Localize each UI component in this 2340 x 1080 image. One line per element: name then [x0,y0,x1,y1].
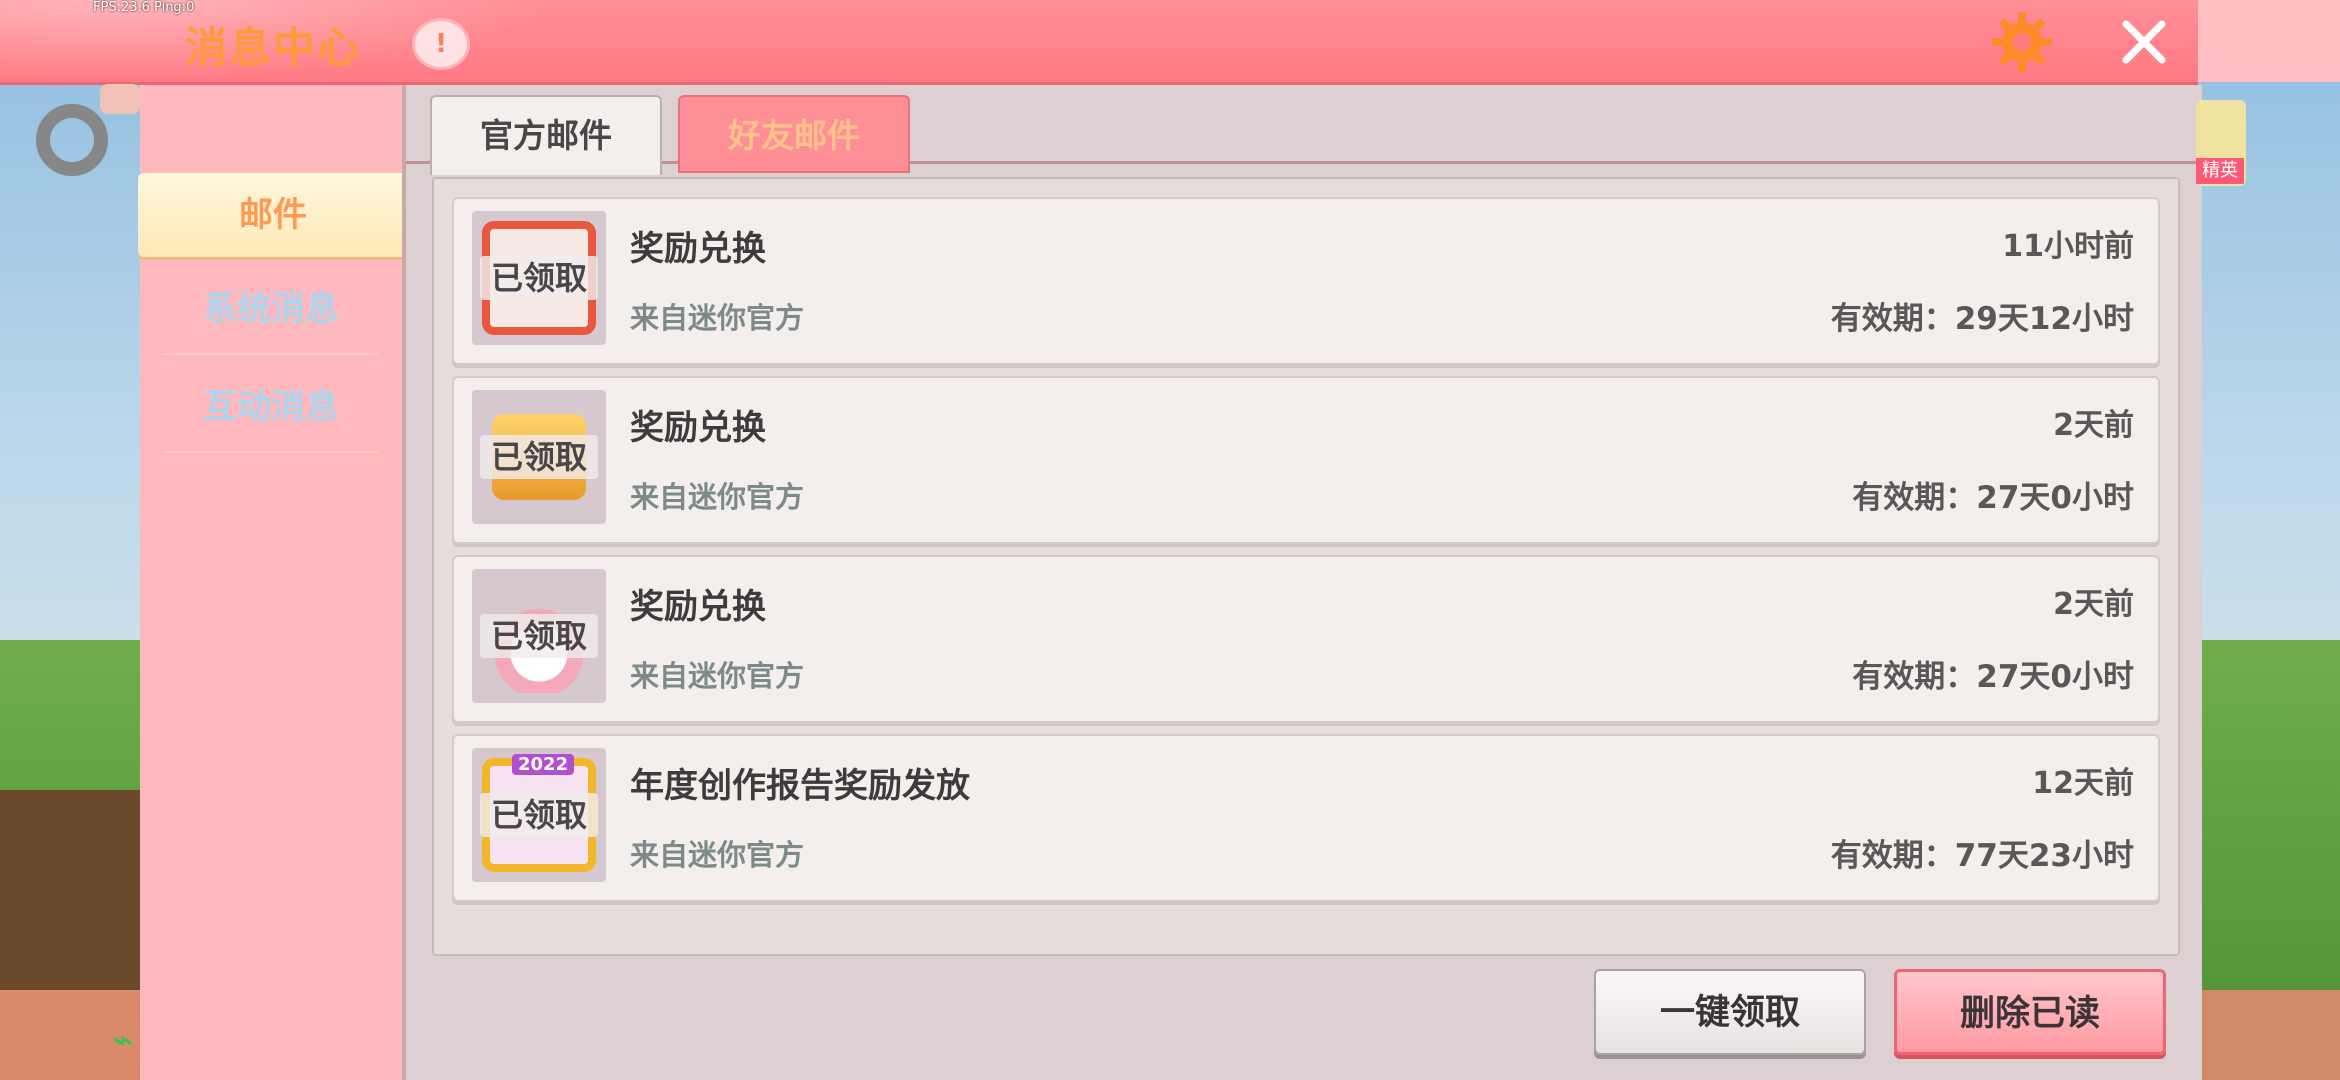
tab-official-mail[interactable]: 官方邮件 [430,95,662,175]
divider [164,451,378,453]
sidebar-item-interaction-messages[interactable]: 互动消息 [140,365,402,449]
mail-time: 2天前 [2053,587,2134,622]
mail-time: 2天前 [2053,408,2134,443]
claimed-badge: 已领取 [480,256,598,300]
joystick-ring[interactable] [36,104,108,176]
ground-strip-right [2200,990,2340,1080]
claimed-badge: 已领取 [480,793,598,837]
mail-validity: 有效期：27天0小时 [1852,480,2134,516]
mail-row[interactable]: 已领取 奖励兑换 来自迷你官方 2天前 有效期：27天0小时 [452,376,2160,544]
divider [164,353,378,355]
year-badge: 2022 [512,754,575,775]
mail-sender: 来自迷你官方 [630,659,805,693]
mail-row[interactable]: 已领取 奖励兑换 来自迷你官方 2天前 有效期：27天0小时 [452,555,2160,723]
claimed-badge: 已领取 [480,614,598,658]
signal-icon: ⌁ [112,1020,134,1061]
sidebar-item-mail[interactable]: 邮件 [138,173,408,257]
mail-sender: 来自迷你官方 [630,480,805,514]
tab-baseline [406,161,2202,164]
mail-time: 11小时前 [2002,229,2134,264]
mail-title: 年度创作报告奖励发放 [630,766,970,806]
page-title: 消息中心 [185,23,362,72]
sidebar-item-system-messages[interactable]: 系统消息 [140,267,402,351]
mail-row[interactable]: 2022 已领取 年度创作报告奖励发放 来自迷你官方 12天前 有效期：77天2… [452,734,2160,902]
mail-sender: 来自迷你官方 [630,301,805,335]
bunny-hat-icon: 已领取 [472,569,606,703]
gift-box-icon: 已领取 [472,390,606,524]
delete-read-button[interactable]: 删除已读 [1894,969,2166,1055]
dirt-block [0,790,140,990]
header-bar: 消息中心 ! [0,0,2198,85]
rank-tag: 精英 [2196,158,2244,184]
gear-icon[interactable] [1990,10,2054,74]
category-sidebar: 邮件 系统消息 互动消息 [138,85,408,1080]
mail-validity: 有效期：29天12小时 [1830,301,2134,337]
fps-readout: FPS:23.6 Ping:0 [93,0,195,15]
mail-content-panel: 官方邮件 好友邮件 已领取 奖励兑换 来自迷你官方 11小时前 有效期：29天1… [402,85,2202,1080]
claimed-badge: 已领取 [480,435,598,479]
close-icon[interactable] [2116,14,2172,70]
mail-sender: 来自迷你官方 [630,838,805,872]
mini-character [100,84,140,114]
exclamation-icon: ! [435,29,447,59]
header-right-extension [2198,0,2340,82]
mail-time: 12天前 [2032,766,2134,801]
mail-validity: 有效期：27天0小时 [1852,659,2134,695]
mail-list[interactable]: 已领取 奖励兑换 来自迷你官方 11小时前 有效期：29天12小时 已领取 奖励… [432,177,2180,956]
mail-title: 奖励兑换 [630,587,766,627]
mail-title: 奖励兑换 [630,408,766,448]
claim-all-button[interactable]: 一键领取 [1594,969,1866,1055]
frame-2022-icon: 2022 已领取 [472,748,606,882]
tab-friend-mail[interactable]: 好友邮件 [678,95,910,173]
info-button[interactable]: ! [412,18,470,70]
mail-row[interactable]: 已领取 奖励兑换 来自迷你官方 11小时前 有效期：29天12小时 [452,197,2160,365]
mail-title: 奖励兑换 [630,229,766,269]
avatar-frame-icon: 已领取 [472,211,606,345]
mail-validity: 有效期：77天23小时 [1830,838,2134,874]
